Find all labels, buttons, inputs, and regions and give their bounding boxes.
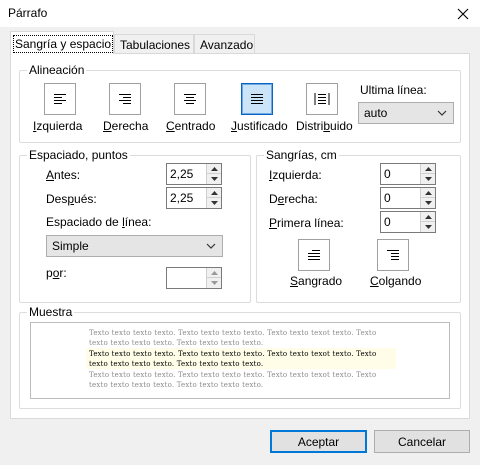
indent-left-spinbox[interactable]: 0 — [380, 163, 436, 185]
spin-up-button[interactable] — [207, 268, 221, 278]
align-right-label: Derecha — [103, 119, 149, 133]
align-center-icon — [184, 94, 196, 104]
spin-down-button[interactable] — [207, 278, 221, 288]
last-line-label: Ultima línea: — [360, 83, 427, 97]
indent-right-spinbox[interactable]: 0 — [380, 187, 436, 209]
preview-line: Texto texto texto texto. Texto texto tex… — [89, 350, 377, 358]
align-left-button[interactable] — [44, 83, 76, 115]
tab-label: Tabulaciones — [120, 38, 191, 52]
after-label: Después: — [46, 192, 97, 206]
tab-indent-spacing[interactable]: Sangría y espacio — [10, 31, 114, 54]
align-right-icon — [119, 94, 131, 104]
last-line-value: auto — [364, 106, 388, 120]
spacing-group-label: Espaciado, puntos — [27, 148, 130, 162]
spin-up-icon — [210, 166, 218, 171]
tab-label: Sangría y espacio — [12, 35, 114, 53]
spin-down-button[interactable] — [421, 174, 435, 184]
spin-up-button[interactable] — [207, 188, 221, 198]
spin-down-icon — [210, 201, 218, 205]
before-spinbox[interactable]: 2,25 — [166, 163, 222, 185]
first-line-value: 0 — [384, 215, 391, 229]
spin-down-button[interactable] — [207, 198, 221, 208]
indent-left-value: 0 — [384, 167, 391, 181]
chevron-down-icon — [437, 110, 447, 116]
chevron-down-icon — [206, 243, 216, 249]
indent-right-label: Derecha: — [269, 192, 318, 206]
spin-up-icon — [210, 270, 218, 275]
spin-down-button[interactable] — [421, 222, 435, 232]
ok-button[interactable]: Aceptar — [270, 430, 367, 453]
indent-left-label: Izquierda: — [269, 168, 322, 182]
spin-buttons — [420, 212, 435, 232]
hanging-indent-icon — [387, 250, 399, 260]
hanging-indent-button[interactable] — [377, 239, 409, 271]
close-icon — [457, 8, 469, 19]
align-justify-label: Justificado — [231, 119, 288, 133]
align-right-button[interactable] — [109, 83, 141, 115]
preview-line: texto texto texto texto. Texto texto tex… — [89, 339, 264, 347]
align-center-label: Centrado — [166, 119, 216, 133]
align-justify-button[interactable] — [241, 83, 273, 115]
line-spacing-label: Espaciado de línea: — [46, 215, 152, 229]
by-spinbox[interactable] — [166, 267, 222, 289]
hanging-indent-label: Colgando — [370, 274, 422, 288]
after-value: 2,25 — [170, 191, 194, 205]
preview-line: Texto texto texto texto. Texto texto tex… — [89, 329, 377, 337]
close-button[interactable] — [446, 0, 480, 27]
spin-up-icon — [424, 214, 432, 219]
spin-buttons — [206, 188, 221, 208]
cancel-button[interactable]: Cancelar — [374, 430, 470, 453]
spin-buttons — [420, 164, 435, 184]
spin-up-button[interactable] — [421, 188, 435, 198]
spin-up-icon — [424, 190, 432, 195]
align-distributed-icon — [314, 93, 330, 105]
first-line-label: Primera línea: — [269, 216, 344, 230]
align-justify-icon — [251, 94, 263, 104]
spin-down-icon — [210, 177, 218, 181]
preview-group-label: Muestra — [27, 305, 75, 319]
tab-advanced[interactable]: Avanzado — [194, 34, 255, 54]
tab-label: Avanzado — [200, 38, 254, 52]
spin-down-icon — [210, 281, 218, 285]
preview-line: Texto texto texto texto. Texto texto tex… — [89, 371, 377, 379]
spin-down-icon — [424, 201, 432, 205]
line-spacing-value: Simple — [52, 239, 89, 253]
spin-down-icon — [424, 225, 432, 229]
title-bar: Párrafo — [0, 0, 480, 27]
by-label: por: — [46, 266, 67, 280]
spin-down-button[interactable] — [421, 198, 435, 208]
spin-up-button[interactable] — [421, 212, 435, 222]
indent-right-value: 0 — [384, 191, 391, 205]
align-distributed-button[interactable] — [306, 83, 338, 115]
align-left-label: Izquierda — [33, 119, 83, 133]
alignment-group-label: Alineación — [27, 63, 87, 77]
indent-first-line-button[interactable] — [298, 239, 330, 271]
spin-up-button[interactable] — [207, 164, 221, 174]
last-line-select[interactable]: auto — [358, 102, 454, 124]
spin-up-button[interactable] — [421, 164, 435, 174]
first-line-spinbox[interactable]: 0 — [380, 211, 436, 233]
indents-group-label: Sangrías, cm — [264, 148, 339, 162]
indent-first-line-label: Sangrado — [290, 274, 343, 288]
spin-buttons — [206, 164, 221, 184]
spin-up-icon — [424, 166, 432, 171]
line-spacing-select[interactable]: Simple — [46, 235, 223, 257]
preview-line: texto texto texto texto. Texto texto tex… — [89, 381, 264, 389]
window-title: Párrafo — [8, 6, 48, 20]
preview-line: texto texto texto texto. Texto texto tex… — [89, 360, 264, 368]
spin-up-icon — [210, 190, 218, 195]
align-left-icon — [54, 94, 66, 104]
after-spinbox[interactable]: 2,25 — [166, 187, 222, 209]
spin-buttons — [420, 188, 435, 208]
before-label: Antes: — [46, 168, 81, 182]
spin-buttons — [206, 268, 221, 288]
spin-down-button[interactable] — [207, 174, 221, 184]
align-center-button[interactable] — [174, 83, 206, 115]
indent-first-line-icon — [308, 250, 320, 260]
tab-tabulations[interactable]: Tabulaciones — [114, 34, 194, 54]
align-distributed-label: Distribuido — [296, 119, 353, 133]
before-value: 2,25 — [170, 167, 194, 181]
spin-down-icon — [424, 177, 432, 181]
